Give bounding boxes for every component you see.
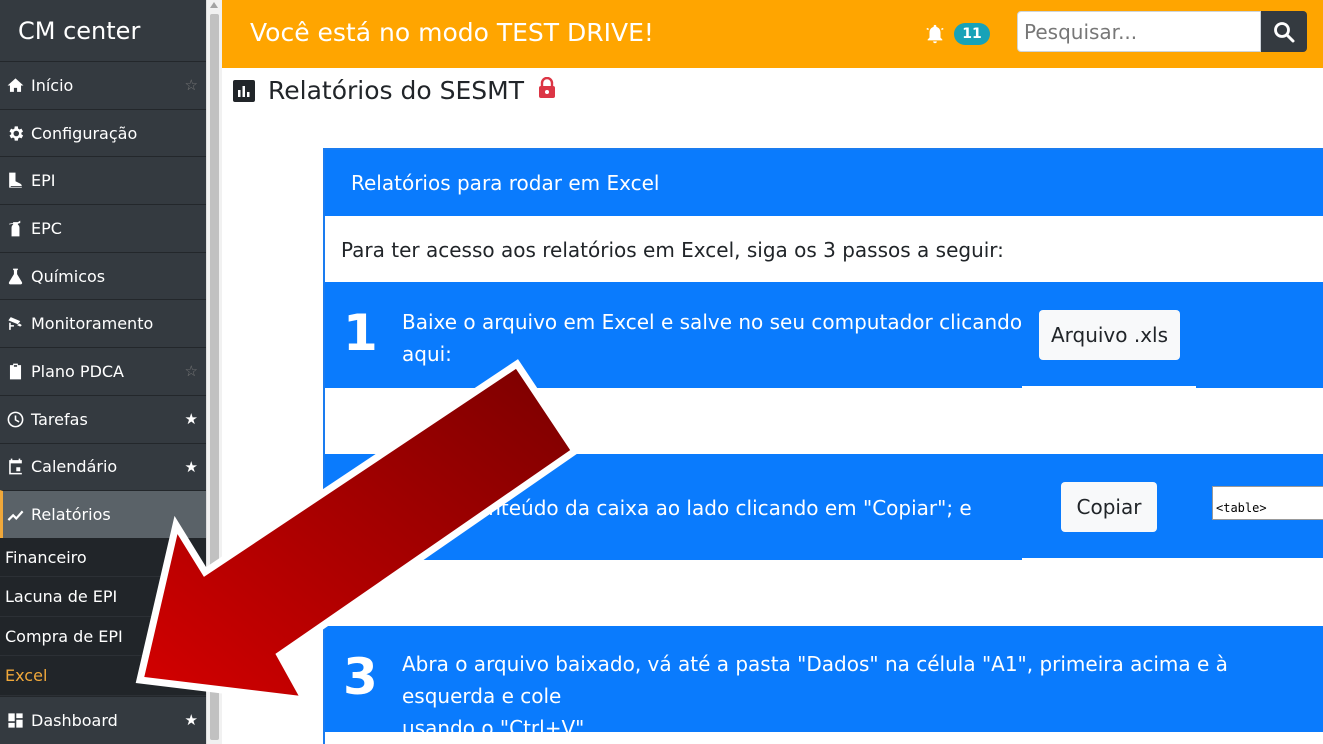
search-input[interactable]: [1017, 11, 1261, 52]
sidebar-item-label: EPC: [31, 218, 62, 238]
search-icon: [1272, 20, 1296, 44]
excel-reports-card: Relatórios para rodar em Excel Para ter …: [323, 148, 1323, 744]
sidebar-item-quimicos[interactable]: Químicos: [0, 251, 206, 300]
sidebar-item-label: EPI: [31, 171, 56, 191]
home-icon: [4, 74, 26, 96]
sidebar-item-label: Relatórios: [31, 505, 111, 525]
sidebar-item-calendario[interactable]: Calendário ★: [0, 442, 206, 491]
gear-icon: [4, 122, 26, 144]
divider: [1022, 558, 1323, 560]
sidebar-item-tarefas[interactable]: Tarefas ★: [0, 394, 206, 443]
sidebar-item-label: Configuração: [31, 123, 138, 143]
scrollbar-thumb[interactable]: [210, 14, 219, 740]
sidebar-item-label: Monitoramento: [31, 314, 154, 334]
sidebar-scrollbar[interactable]: [206, 0, 222, 744]
sidebar-item-label: Plano PDCA: [31, 361, 124, 381]
clipboard-check-icon: [4, 360, 26, 382]
favorite-star-icon[interactable]: ★: [185, 410, 198, 428]
step-text-line: usando o "Ctrl+V": [402, 716, 585, 740]
step-text-line: Baixe o arquivo em Excel e salve no seu …: [402, 310, 1023, 334]
step-number: 1: [343, 304, 378, 362]
favorite-star-icon[interactable]: ★: [185, 458, 198, 476]
bell-icon[interactable]: [924, 22, 946, 46]
topbar: Você está no modo TEST DRIVE! 11: [222, 0, 1323, 68]
sidebar-item-relatorios[interactable]: Relatórios: [0, 490, 206, 538]
step-text: conteúdo da caixa ao lado clicando em "C…: [465, 496, 972, 520]
brand-title[interactable]: CM center: [0, 0, 206, 61]
step-number: 2: [343, 476, 378, 534]
step-number: 3: [343, 648, 378, 706]
scroll-up-icon[interactable]: [210, 2, 218, 8]
calendar-icon: [4, 456, 26, 478]
card-header: Relatórios para rodar em Excel: [325, 150, 1323, 216]
dashboard-icon: [4, 709, 26, 731]
step-2: 2 conteúdo da caixa ao lado clicando em …: [325, 454, 1323, 560]
flask-icon: [4, 265, 26, 287]
sidebar-item-label: Químicos: [31, 266, 106, 286]
favorite-star-icon[interactable]: ☆: [185, 76, 198, 94]
page-header: Relatórios do SESMT: [232, 76, 556, 105]
submenu-item-excel[interactable]: Excel: [0, 656, 206, 696]
sidebar-item-epc[interactable]: EPC: [0, 204, 206, 252]
clock-icon: [4, 408, 26, 430]
app-window: CM center Início ☆ Configuração EPI EPC …: [0, 0, 1323, 744]
step-text-line: Abra o arquivo baixado, vá até a pasta "…: [402, 652, 1228, 708]
divider: [1022, 386, 1196, 388]
favorite-star-icon[interactable]: ☆: [185, 362, 198, 380]
fire-extinguisher-icon: [4, 217, 26, 239]
sidebar-item-dashboard[interactable]: Dashboard ★: [0, 695, 206, 744]
sidebar-submenu-relatorios: Financeiro Lacuna de EPI Compra de EPI E…: [0, 537, 206, 696]
submenu-item-lacuna-epi[interactable]: Lacuna de EPI: [0, 577, 206, 617]
step-text-line: aqui:: [402, 342, 452, 366]
camera-icon: [4, 313, 26, 335]
chart-line-icon: [4, 504, 26, 526]
step-1: 1 Baixe o arquivo em Excel e salve no se…: [325, 282, 1323, 388]
sidebar-item-label: Calendário: [31, 457, 118, 477]
boot-icon: [4, 170, 26, 192]
search-button[interactable]: [1261, 11, 1307, 52]
sidebar-item-plano-pdca[interactable]: Plano PDCA ☆: [0, 347, 206, 395]
favorite-star-icon[interactable]: ★: [185, 711, 198, 729]
card-intro-text: Para ter acesso aos relatórios em Excel,…: [341, 238, 1004, 262]
sidebar: CM center Início ☆ Configuração EPI EPC …: [0, 0, 206, 744]
submenu-item-compra-epi[interactable]: Compra de EPI: [0, 617, 206, 657]
sidebar-item-configuracao[interactable]: Configuração: [0, 108, 206, 157]
sidebar-item-label: Início: [31, 75, 74, 95]
page-title: Relatórios do SESMT: [268, 76, 524, 105]
test-drive-banner: Você está no modo TEST DRIVE!: [250, 18, 654, 47]
copy-button[interactable]: Copiar: [1061, 482, 1157, 532]
sidebar-item-inicio[interactable]: Início ☆: [0, 61, 206, 109]
step-3: 3 Abra o arquivo baixado, vá até a pasta…: [325, 626, 1323, 740]
bar-chart-icon: [233, 79, 255, 102]
step-text: Abra o arquivo baixado, vá até a pasta "…: [402, 648, 1323, 744]
sidebar-item-monitoramento[interactable]: Monitoramento: [0, 299, 206, 347]
notification-badge[interactable]: 11: [954, 23, 990, 45]
sidebar-item-label: Dashboard: [31, 710, 118, 730]
copy-content-box[interactable]: <table>: [1212, 486, 1323, 520]
submenu-item-financeiro[interactable]: Financeiro: [0, 538, 206, 578]
sidebar-item-label: Tarefas: [31, 409, 88, 429]
download-xls-button[interactable]: Arquivo .xls: [1039, 310, 1180, 360]
sidebar-item-epi[interactable]: EPI: [0, 156, 206, 204]
step-text: Baixe o arquivo em Excel e salve no seu …: [402, 306, 1022, 370]
lock-icon: [538, 76, 555, 98]
